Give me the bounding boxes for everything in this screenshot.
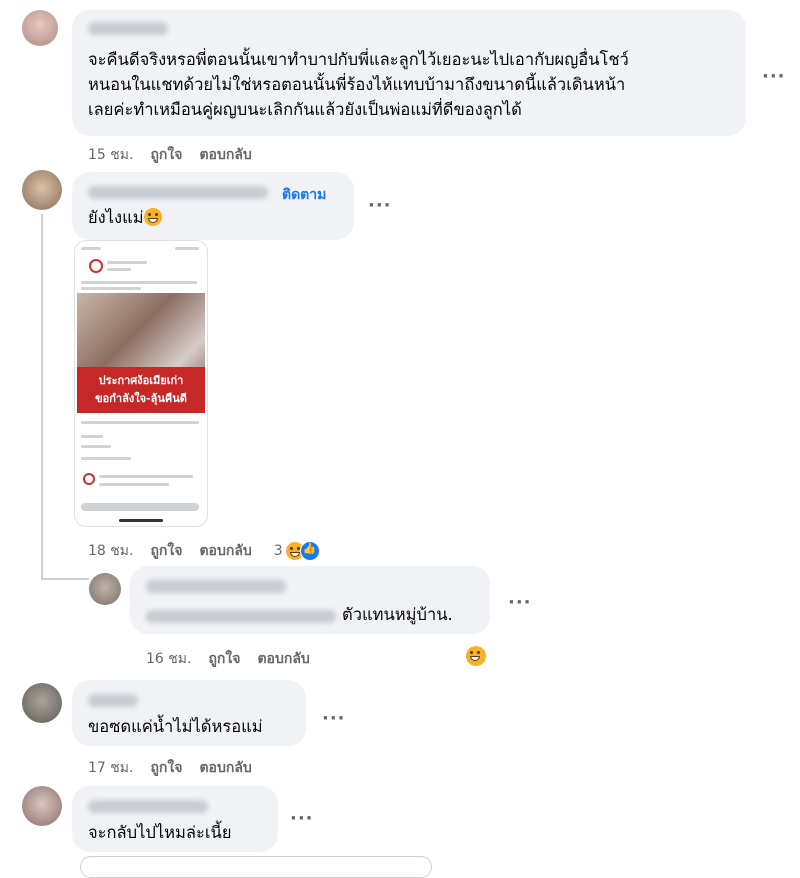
comment-meta: 18 ชม. ถูกใจ ตอบกลับ 3 [88, 540, 320, 562]
more-options-icon[interactable]: ··· [762, 66, 786, 87]
next-comment-box[interactable] [80, 856, 432, 878]
follow-button[interactable]: ติดตาม [282, 184, 326, 206]
like-link[interactable]: ถูกใจ [150, 540, 182, 562]
comment-bubble: ขอซดแค่น้ำไม่ได้หรอแม่ [72, 680, 306, 746]
comment-text: จะกลับไปไหมล่ะเนี้ย [88, 823, 232, 842]
comment-text: ขอซดแค่น้ำไม่ได้หรอแม่ [88, 717, 263, 736]
author-name-blurred[interactable] [146, 580, 286, 593]
timestamp[interactable]: 18 ชม. [88, 540, 133, 562]
post-stats [81, 457, 131, 460]
thread-line [41, 214, 43, 580]
comment-text-line: จะคืนดีจริงหรอพี่ตอนนั้นเขาทำบาปกับพี่แล… [88, 50, 629, 69]
reply-link[interactable]: ตอบกลับ [257, 648, 309, 670]
post-stats [81, 435, 103, 438]
avatar[interactable] [22, 683, 62, 723]
comment-bubble: จะคืนดีจริงหรอพี่ตอนนั้นเขาทำบาปกับพี่แล… [72, 10, 746, 136]
like-link[interactable]: ถูกใจ [208, 648, 240, 670]
page-logo-icon [89, 259, 103, 273]
comment-bubble: จะกลับไปไหมล่ะเนี้ย [72, 786, 278, 852]
comment-text: ยังไงแม่ [88, 205, 162, 230]
avatar[interactable] [22, 10, 58, 46]
like-link[interactable]: ถูกใจ [150, 757, 182, 779]
reply-link[interactable]: ตอบกลับ [199, 144, 251, 166]
comment-text-line: หนอนในแชทด้วยไม่ใช่หรอตอนนั้นพี่ร้องไห้แ… [88, 75, 626, 94]
haha-reaction-icon[interactable] [466, 646, 486, 666]
post-caption [81, 287, 141, 290]
avatar[interactable] [89, 573, 121, 605]
comment-text-line: เลยค่ะทำเหมือนคู่ผญบนะเลิกกันแล้วยังเป็น… [88, 100, 522, 119]
comment-meta: 17 ชม. ถูกใจ ตอบกลับ [88, 757, 252, 779]
comment-bubble: ตัวแทนหมู่บ้าน. [130, 566, 490, 634]
timestamp[interactable]: 17 ชม. [88, 757, 133, 779]
comment-meta: 15 ชม. ถูกใจ ตอบกลับ [88, 144, 252, 166]
like-link[interactable]: ถูกใจ [150, 144, 182, 166]
comment-text-content: ยังไงแม่ [88, 208, 144, 227]
more-options-icon[interactable]: ··· [322, 708, 346, 729]
attached-screenshot-image[interactable]: ประกาศง้อเมียเก่า ขอกำลังใจ-ลุ้นคืนดี [74, 240, 208, 527]
status-bar [175, 247, 199, 250]
reply-link[interactable]: ตอบกลับ [199, 757, 251, 779]
timestamp[interactable]: 16 ชม. [146, 648, 191, 670]
comment-meta: 16 ชม. ถูกใจ ตอบกลับ [146, 648, 310, 670]
post-caption [81, 281, 197, 284]
comment-text: ตัวแทนหมู่บ้าน. [342, 605, 453, 624]
embedded-comment [99, 475, 193, 478]
like-reaction-icon [299, 541, 320, 561]
timestamp[interactable]: 15 ชม. [88, 144, 133, 166]
avatar[interactable] [22, 786, 62, 826]
embedded-comment [99, 483, 169, 486]
author-name-blurred[interactable] [88, 186, 268, 199]
banner-line: ขอกำลังใจ-ลุ้นคืนดี [95, 392, 187, 405]
avatar[interactable] [22, 170, 62, 210]
mentioned-name-blurred[interactable] [146, 610, 336, 623]
author-name-blurred[interactable] [88, 694, 138, 707]
reaction-count[interactable]: 3 [274, 543, 283, 559]
grinning-emoji-icon [143, 208, 162, 226]
comment-input [81, 503, 199, 511]
page-logo-icon [83, 473, 95, 485]
home-indicator [119, 519, 163, 522]
more-options-icon[interactable]: ··· [508, 592, 532, 613]
post-header [107, 268, 131, 271]
more-options-icon[interactable]: ··· [368, 195, 392, 216]
post-header [107, 261, 147, 264]
banner-line: ประกาศง้อเมียเก่า [98, 374, 184, 387]
more-options-icon[interactable]: ··· [290, 808, 314, 829]
reply-link[interactable]: ตอบกลับ [199, 540, 251, 562]
post-actions [81, 421, 199, 424]
status-bar [81, 247, 101, 250]
thread-line-curve [41, 578, 89, 580]
comment-bubble: ติดตาม ยังไงแม่ [72, 172, 354, 240]
author-name-blurred[interactable] [88, 800, 208, 813]
author-name-blurred[interactable] [88, 22, 168, 35]
post-stats [81, 445, 111, 448]
headline-banner: ประกาศง้อเมียเก่า ขอกำลังใจ-ลุ้นคืนดี [77, 367, 205, 413]
